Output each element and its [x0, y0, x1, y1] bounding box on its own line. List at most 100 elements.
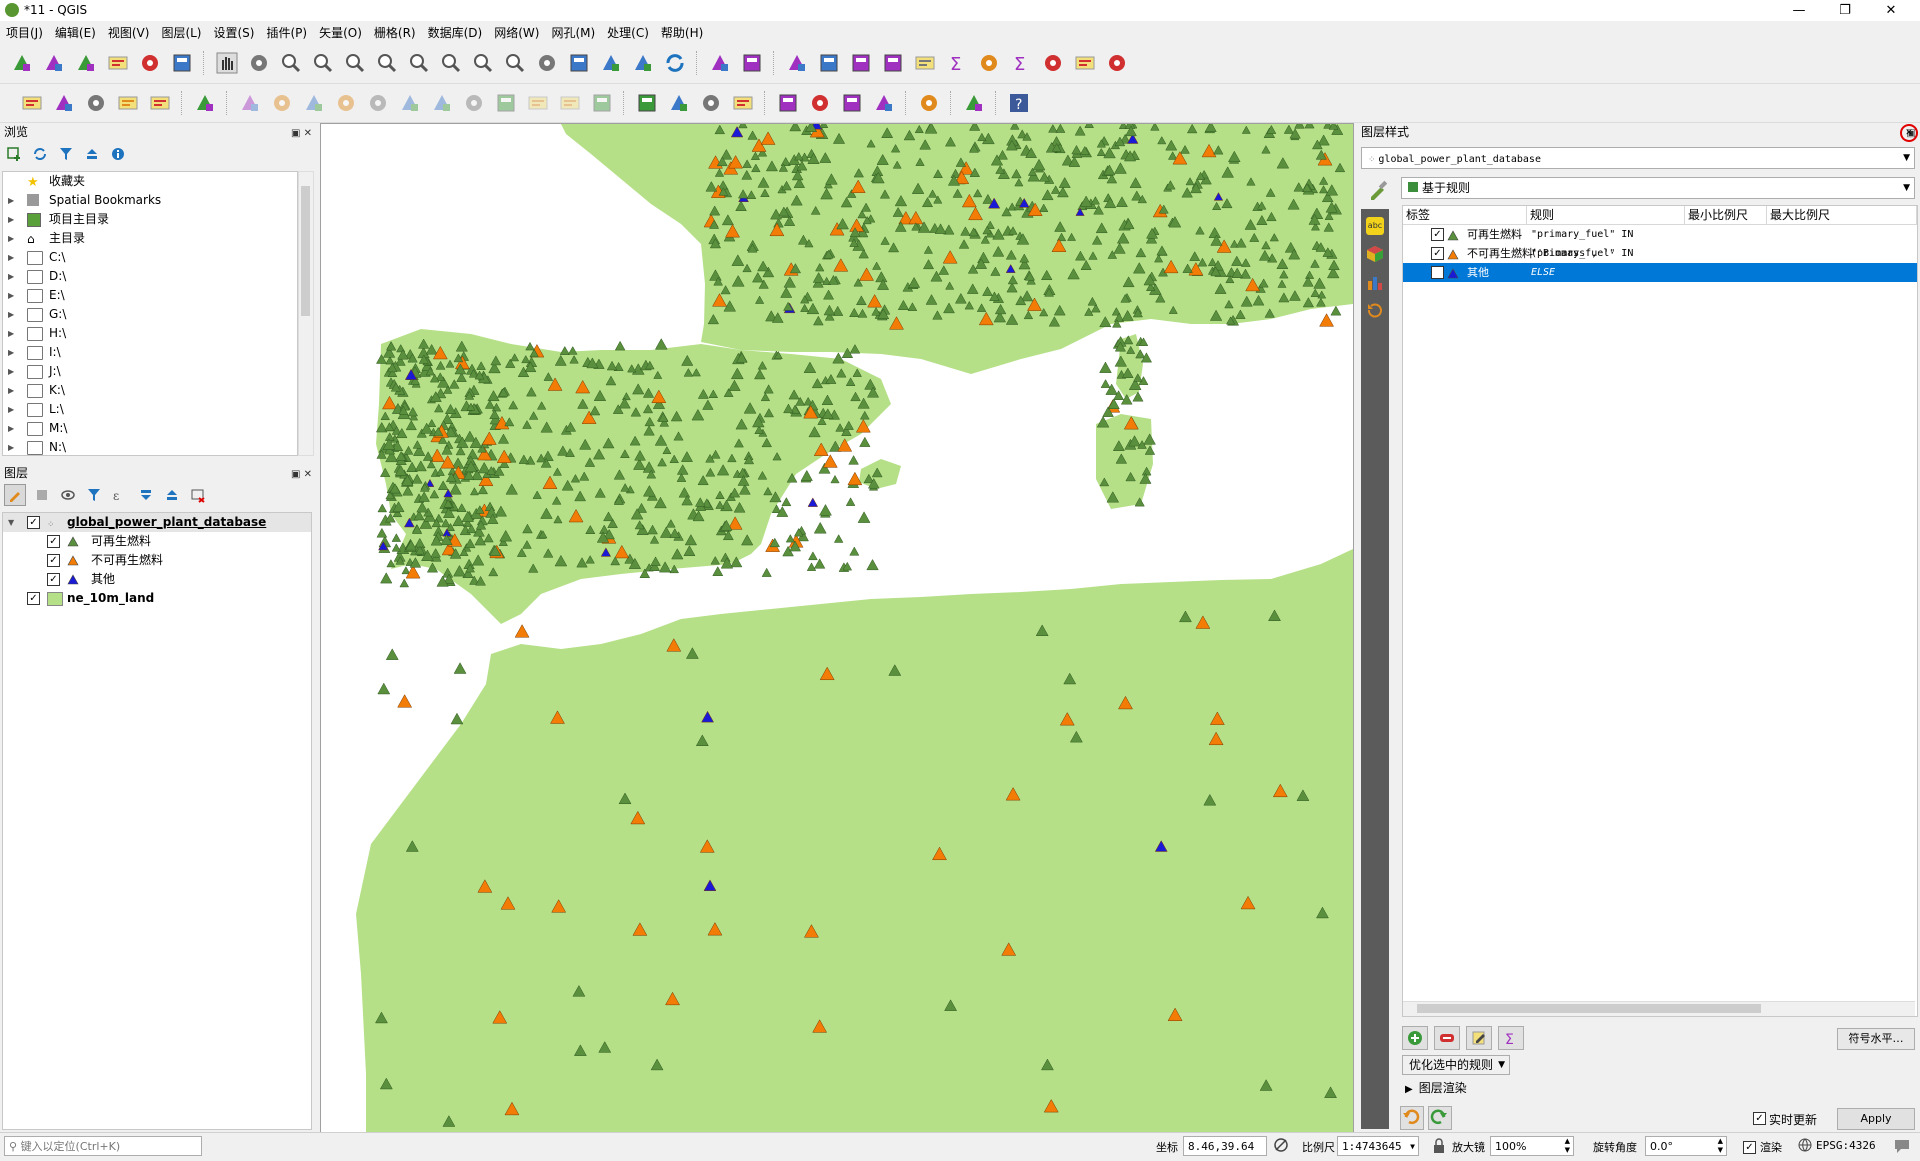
menu-item[interactable]: 帮助(H) — [655, 24, 709, 41]
map-tips-icon[interactable] — [1073, 51, 1097, 75]
zoom-last-icon[interactable] — [471, 51, 495, 75]
expand-arrow-icon[interactable]: ▶ — [8, 305, 14, 324]
redo-button[interactable] — [1428, 1106, 1452, 1130]
layer-visibility-checkbox[interactable]: ✓ — [27, 592, 40, 605]
browser-item[interactable]: ▶ 项目主目录 — [3, 210, 297, 229]
minimize-button[interactable]: — — [1776, 0, 1822, 21]
legend-rule-row[interactable]: ✓ 其他 — [3, 570, 311, 589]
map-svg[interactable] — [321, 124, 1353, 1132]
remove-layer-icon[interactable] — [188, 485, 208, 505]
zoom-out-icon[interactable] — [311, 51, 335, 75]
count-features-button[interactable]: Σ — [1498, 1026, 1524, 1050]
open-project-icon[interactable] — [42, 51, 66, 75]
expand-arrow-icon[interactable]: ▶ — [8, 286, 14, 305]
field-calculator-icon[interactable]: Σ — [945, 51, 969, 75]
rule-checkbox[interactable]: ✓ — [1431, 247, 1444, 260]
modify-attributes-icon[interactable] — [398, 91, 422, 115]
show-hide-label-icon[interactable] — [872, 91, 896, 115]
edit-rule-button[interactable] — [1466, 1026, 1492, 1050]
expand-arrow-icon[interactable]: ▶ — [8, 381, 14, 400]
info-icon[interactable] — [108, 144, 128, 164]
crs-globe-icon[interactable] — [1798, 1138, 1812, 1155]
3d-view-tab-icon[interactable] — [1366, 245, 1384, 263]
print-layout-icon[interactable] — [138, 51, 162, 75]
change-label-icon[interactable] — [840, 91, 864, 115]
expand-all-icon[interactable] — [136, 485, 156, 505]
identify-icon[interactable] — [708, 51, 732, 75]
spinner-icon[interactable]: ▲ ▼ — [1565, 1137, 1570, 1155]
rule-row[interactable]: ✓ 可再生燃料 "primary_fuel" IN ('Biomass', '· — [1403, 225, 1917, 259]
close-panel-icon[interactable]: ✕ — [1900, 124, 1918, 142]
deselect-icon[interactable] — [849, 51, 873, 75]
new-map-view-icon[interactable] — [535, 51, 559, 75]
rotation-field[interactable]: 0.0° ▲ ▼ — [1645, 1136, 1727, 1156]
refresh-icon[interactable] — [30, 144, 50, 164]
browser-item[interactable]: ▶ J:\ — [3, 362, 297, 381]
spinner-icon[interactable]: ▲ ▼ — [1718, 1137, 1723, 1155]
current-edits-icon[interactable] — [238, 91, 262, 115]
expand-arrow-icon[interactable]: ▶ — [8, 419, 14, 438]
coordinate-field[interactable]: 8.46,39.64 — [1183, 1136, 1267, 1156]
new-virtual-layer-icon[interactable] — [148, 91, 172, 115]
rule-checkbox[interactable]: ✓ — [1431, 228, 1444, 241]
save-as-icon[interactable] — [106, 51, 130, 75]
browser-item[interactable]: ▶ L:\ — [3, 400, 297, 419]
expand-arrow-icon[interactable]: ▶ — [8, 400, 14, 419]
new-project-icon[interactable] — [10, 51, 34, 75]
hscroll-thumb[interactable] — [1417, 1004, 1761, 1013]
col-header-label[interactable]: 标签 — [1403, 206, 1527, 225]
expand-arrow-icon[interactable]: ▶ — [8, 438, 14, 455]
filter-expression-icon[interactable]: ε — [110, 485, 130, 505]
pan-icon[interactable] — [215, 51, 239, 75]
filter-legend-icon[interactable] — [84, 485, 104, 505]
browser-item[interactable]: ▶ ⌂ 主目录 — [3, 229, 297, 248]
panel-float-close-icon[interactable]: ▣ ✕ — [291, 125, 312, 143]
globe-icon[interactable] — [917, 91, 941, 115]
close-window-button[interactable]: ✕ — [1868, 0, 1914, 21]
vector-check-icon[interactable] — [193, 91, 217, 115]
new-shapefile-icon[interactable] — [84, 91, 108, 115]
toggle-editing-icon[interactable] — [270, 91, 294, 115]
highlight-label-icon[interactable] — [731, 91, 755, 115]
text-annotation-icon[interactable] — [1105, 51, 1129, 75]
browser-item[interactable]: ▶ M:\ — [3, 419, 297, 438]
delete-icon[interactable] — [430, 91, 454, 115]
refine-rule-combo[interactable]: 优化选中的规则 ▼ — [1402, 1055, 1510, 1075]
rule-visibility-checkbox[interactable]: ✓ — [47, 554, 60, 567]
new-bookmark-icon[interactable] — [599, 51, 623, 75]
layer-row-global-power-plant[interactable]: ▼ ✓ ⁘ global_power_plant_database — [3, 513, 311, 532]
menu-item[interactable]: 项目(J) — [0, 24, 49, 41]
add-feature-icon[interactable] — [334, 91, 358, 115]
sum-icon[interactable]: Σ — [1009, 51, 1033, 75]
restore-button[interactable]: ❐ — [1822, 0, 1868, 21]
messages-icon[interactable] — [1893, 1137, 1911, 1158]
legend-rule-row[interactable]: ✓ 可再生燃料 — [3, 532, 311, 551]
zoom-to-layer-icon[interactable] — [407, 51, 431, 75]
python-icon[interactable] — [962, 91, 986, 115]
browser-item[interactable]: ▶ C:\ — [3, 248, 297, 267]
collapse-all-icon[interactable] — [82, 144, 102, 164]
show-bookmarks-icon[interactable] — [631, 51, 655, 75]
save-edits-icon[interactable] — [302, 91, 326, 115]
paintbrush-icon[interactable] — [1367, 177, 1391, 201]
rule-row[interactable]: ✓ 其他 ELSE — [1403, 263, 1917, 282]
lock-scale-icon[interactable] — [1432, 1138, 1446, 1157]
new-geopackage-icon[interactable] — [52, 91, 76, 115]
expand-arrow-icon[interactable]: ▼ — [8, 513, 14, 532]
new-spatialite-icon[interactable] — [116, 91, 140, 115]
zoom-full-icon[interactable] — [343, 51, 367, 75]
browser-item[interactable]: ▶ K:\ — [3, 381, 297, 400]
collapse-all-icon[interactable] — [162, 485, 182, 505]
add-selected-icon[interactable] — [4, 144, 24, 164]
cut-icon[interactable] — [462, 91, 486, 115]
paste-icon[interactable] — [526, 91, 550, 115]
menu-item[interactable]: 栅格(R) — [368, 24, 422, 41]
browser-scrollbar[interactable] — [298, 171, 314, 456]
locator-input[interactable]: ⚲ 键入以定位(Ctrl+K) — [4, 1136, 202, 1156]
zoom-in-icon[interactable] — [279, 51, 303, 75]
scale-field[interactable]: 1:4743645 ▼ — [1337, 1136, 1419, 1156]
menu-item[interactable]: 插件(P) — [260, 24, 313, 41]
layer-styling-icon[interactable] — [4, 484, 26, 506]
temporal-controller-icon[interactable] — [567, 51, 591, 75]
menu-item[interactable]: 处理(C) — [601, 24, 655, 41]
